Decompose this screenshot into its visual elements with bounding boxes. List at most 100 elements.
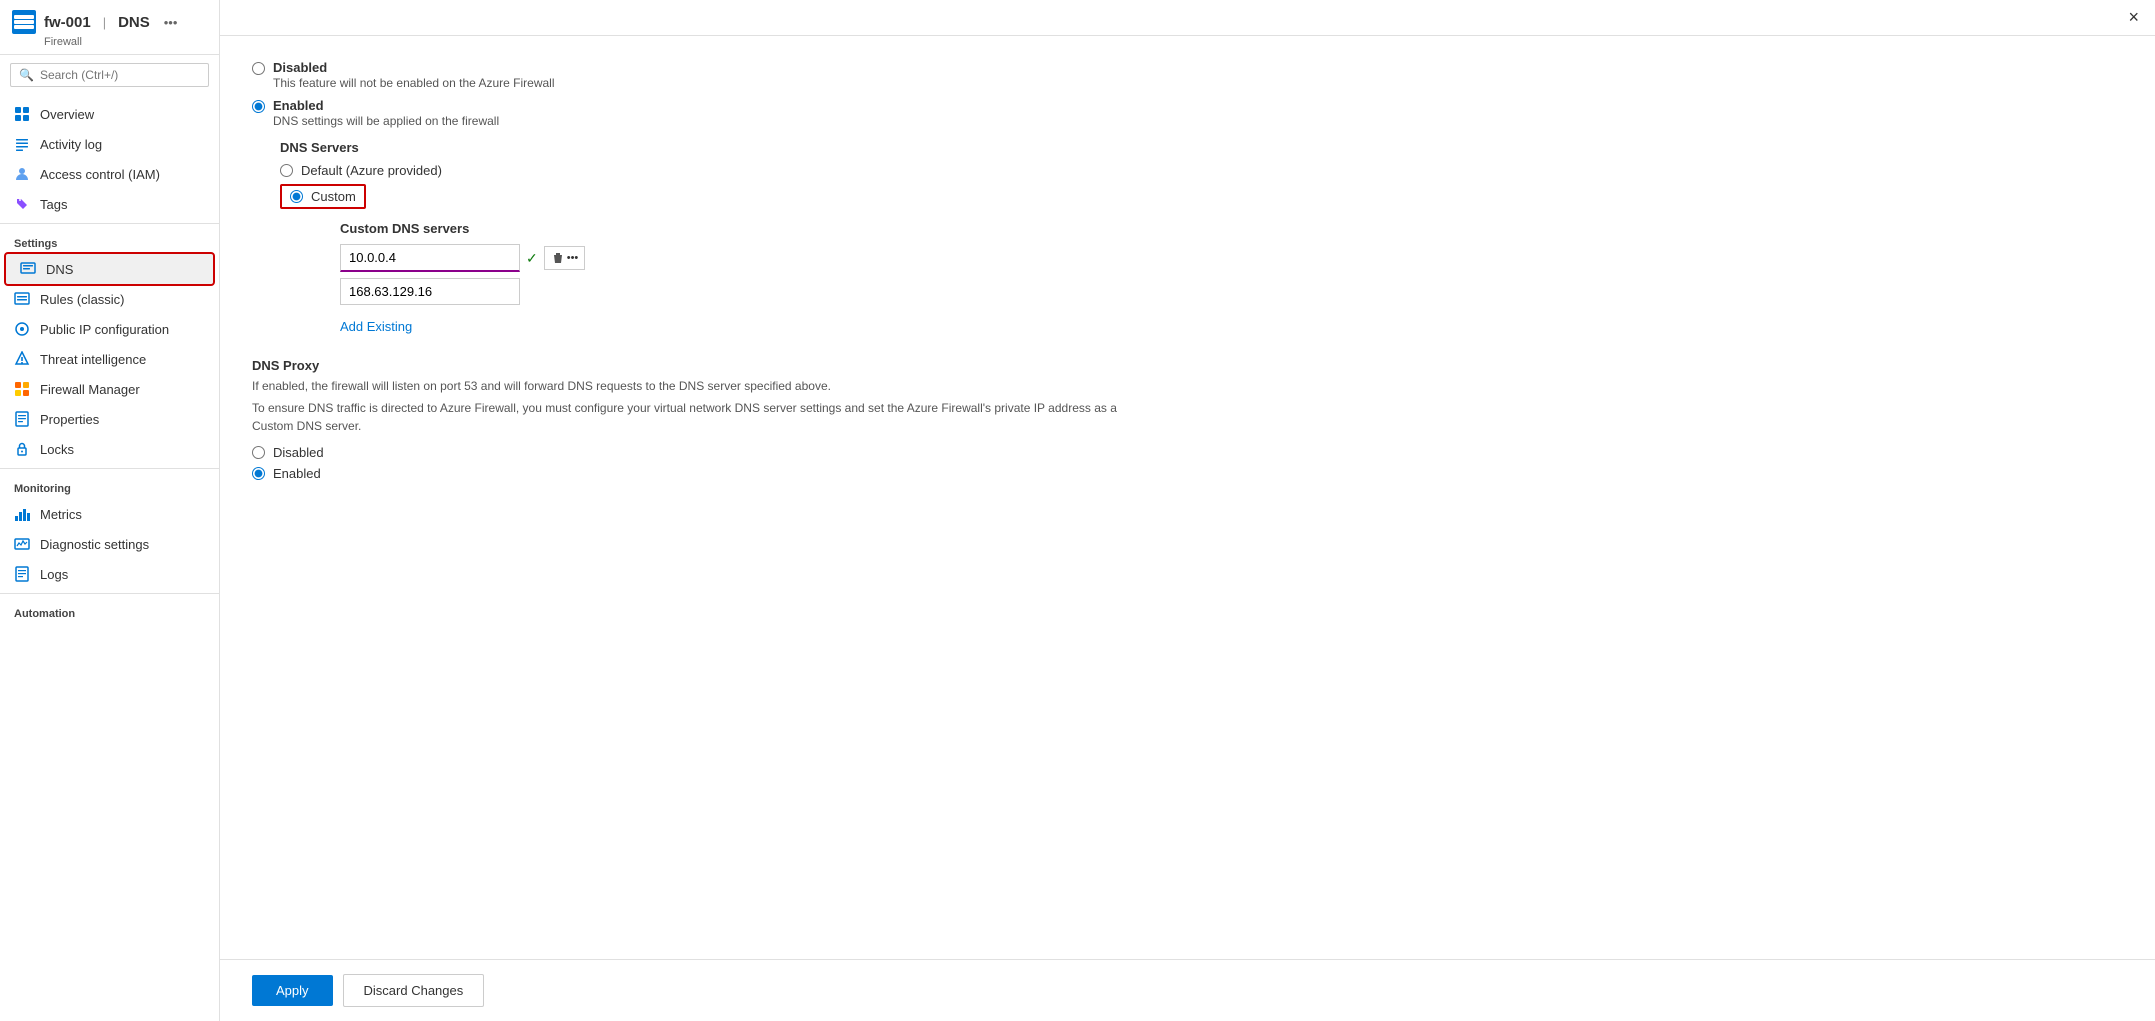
sidebar-item-iam[interactable]: Access control (IAM) bbox=[0, 159, 219, 189]
sidebar-nav: Overview Activity log Access control (IA… bbox=[0, 95, 219, 1021]
custom-radio-wrapper: Custom bbox=[280, 184, 366, 209]
close-button[interactable]: × bbox=[2128, 7, 2139, 28]
sidebar-item-rules[interactable]: Rules (classic) bbox=[0, 284, 219, 314]
custom-server-radio[interactable] bbox=[290, 190, 303, 203]
sidebar-item-overview[interactable]: Overview bbox=[0, 99, 219, 129]
search-input[interactable] bbox=[40, 68, 200, 82]
enabled-desc: DNS settings will be applied on the fire… bbox=[273, 114, 499, 128]
dns-entry-1: ✓ ••• bbox=[340, 244, 1152, 272]
resource-name: fw-001 bbox=[44, 14, 91, 31]
monitoring-section-label: Monitoring bbox=[0, 473, 219, 499]
main-content: × Disabled This feature will not be enab… bbox=[220, 0, 2155, 1021]
activity-log-icon bbox=[14, 136, 30, 152]
sidebar-item-metrics[interactable]: Metrics bbox=[0, 499, 219, 529]
divider3 bbox=[0, 593, 219, 594]
sidebar-item-label: DNS bbox=[46, 262, 73, 277]
page-title: DNS bbox=[118, 14, 150, 31]
separator: | bbox=[103, 15, 106, 30]
dns-proxy-section: DNS Proxy If enabled, the firewall will … bbox=[252, 358, 1152, 481]
more-options-icon[interactable]: ••• bbox=[164, 15, 178, 30]
enabled-radio[interactable] bbox=[252, 100, 265, 113]
sidebar-item-label: Access control (IAM) bbox=[40, 167, 160, 182]
dns-servers-section: DNS Servers Default (Azure provided) Cus… bbox=[280, 140, 1152, 334]
settings-section-label: Settings bbox=[0, 228, 219, 254]
content-area: Disabled This feature will not be enable… bbox=[220, 36, 2155, 959]
sidebar-item-fwmgr[interactable]: Firewall Manager bbox=[0, 374, 219, 404]
discard-button[interactable]: Discard Changes bbox=[343, 974, 485, 1007]
dns-section: Disabled This feature will not be enable… bbox=[252, 60, 1152, 481]
sidebar-item-locks[interactable]: Locks bbox=[0, 434, 219, 464]
sidebar-item-logs[interactable]: Logs bbox=[0, 559, 219, 589]
disabled-label: Disabled bbox=[273, 60, 555, 75]
locks-icon bbox=[14, 441, 30, 457]
sidebar-item-pip[interactable]: Public IP configuration bbox=[0, 314, 219, 344]
default-server-option: Default (Azure provided) bbox=[280, 163, 1152, 178]
sidebar-item-props[interactable]: Properties bbox=[0, 404, 219, 434]
dns-proxy-desc1: If enabled, the firewall will listen on … bbox=[252, 377, 1152, 395]
sidebar-item-label: Threat intelligence bbox=[40, 352, 146, 367]
divider2 bbox=[0, 468, 219, 469]
custom-dns-section: Custom DNS servers ✓ ••• bbox=[340, 221, 1152, 334]
enabled-option: Enabled DNS settings will be applied on … bbox=[252, 98, 1152, 128]
check-icon: ✓ bbox=[526, 250, 538, 267]
diag-icon bbox=[14, 536, 30, 552]
add-existing-link[interactable]: Add Existing bbox=[340, 319, 412, 334]
custom-server-label: Custom bbox=[311, 189, 356, 204]
search-icon: 🔍 bbox=[19, 68, 34, 82]
proxy-enabled-radio[interactable] bbox=[252, 467, 265, 480]
pip-icon bbox=[14, 321, 30, 337]
sidebar-item-label: Public IP configuration bbox=[40, 322, 169, 337]
resource-icon bbox=[12, 10, 36, 34]
sidebar-item-label: Locks bbox=[40, 442, 74, 457]
sidebar-header: fw-001 | DNS ••• Firewall bbox=[0, 0, 219, 55]
more-options-btn[interactable]: ••• bbox=[567, 252, 579, 264]
proxy-disabled-option: Disabled bbox=[252, 445, 1152, 460]
dns-icon bbox=[20, 261, 36, 277]
dns-entry-2 bbox=[340, 278, 1152, 305]
overview-icon bbox=[14, 106, 30, 122]
dns-servers-label: DNS Servers bbox=[280, 140, 1152, 155]
dns-proxy-label: DNS Proxy bbox=[252, 358, 1152, 373]
sidebar-item-activity-log[interactable]: Activity log bbox=[0, 129, 219, 159]
sidebar-item-label: Metrics bbox=[40, 507, 82, 522]
dns-proxy-desc2: To ensure DNS traffic is directed to Azu… bbox=[252, 399, 1152, 435]
top-bar: × bbox=[220, 0, 2155, 36]
sidebar-item-label: Properties bbox=[40, 412, 99, 427]
metrics-icon bbox=[14, 506, 30, 522]
disabled-option: Disabled This feature will not be enable… bbox=[252, 60, 1152, 90]
proxy-enabled-label: Enabled bbox=[273, 466, 321, 481]
sidebar-item-tags[interactable]: Tags bbox=[0, 189, 219, 219]
logs-icon bbox=[14, 566, 30, 582]
search-box[interactable]: 🔍 bbox=[10, 63, 209, 87]
fwmgr-icon bbox=[14, 381, 30, 397]
sidebar-item-label: Firewall Manager bbox=[40, 382, 140, 397]
rules-icon bbox=[14, 291, 30, 307]
divider bbox=[0, 223, 219, 224]
delete-entry-button[interactable]: ••• bbox=[544, 246, 586, 270]
resource-type: Firewall bbox=[44, 36, 207, 48]
custom-dns-label: Custom DNS servers bbox=[340, 221, 1152, 236]
custom-server-option: Custom bbox=[280, 184, 1152, 209]
proxy-disabled-radio[interactable] bbox=[252, 446, 265, 459]
sidebar-item-label: Overview bbox=[40, 107, 94, 122]
sidebar-item-label: Rules (classic) bbox=[40, 292, 125, 307]
props-icon bbox=[14, 411, 30, 427]
apply-button[interactable]: Apply bbox=[252, 975, 333, 1006]
default-server-radio[interactable] bbox=[280, 164, 293, 177]
dns-entry-2-input[interactable] bbox=[340, 278, 520, 305]
sidebar-item-dns[interactable]: DNS bbox=[6, 254, 213, 284]
sidebar-item-diag[interactable]: Diagnostic settings bbox=[0, 529, 219, 559]
sidebar: fw-001 | DNS ••• Firewall 🔍 Overview Act… bbox=[0, 0, 220, 1021]
disabled-desc: This feature will not be enabled on the … bbox=[273, 76, 555, 90]
disabled-radio[interactable] bbox=[252, 62, 265, 75]
dns-entry-1-input[interactable] bbox=[340, 244, 520, 272]
sidebar-item-label: Tags bbox=[40, 197, 67, 212]
sidebar-item-label: Diagnostic settings bbox=[40, 537, 149, 552]
proxy-enabled-option: Enabled bbox=[252, 466, 1152, 481]
resource-title-row: fw-001 | DNS ••• bbox=[12, 10, 207, 34]
tags-icon bbox=[14, 196, 30, 212]
iam-icon bbox=[14, 166, 30, 182]
sidebar-item-threat[interactable]: Threat intelligence bbox=[0, 344, 219, 374]
default-server-label: Default (Azure provided) bbox=[301, 163, 442, 178]
sidebar-item-label: Activity log bbox=[40, 137, 102, 152]
